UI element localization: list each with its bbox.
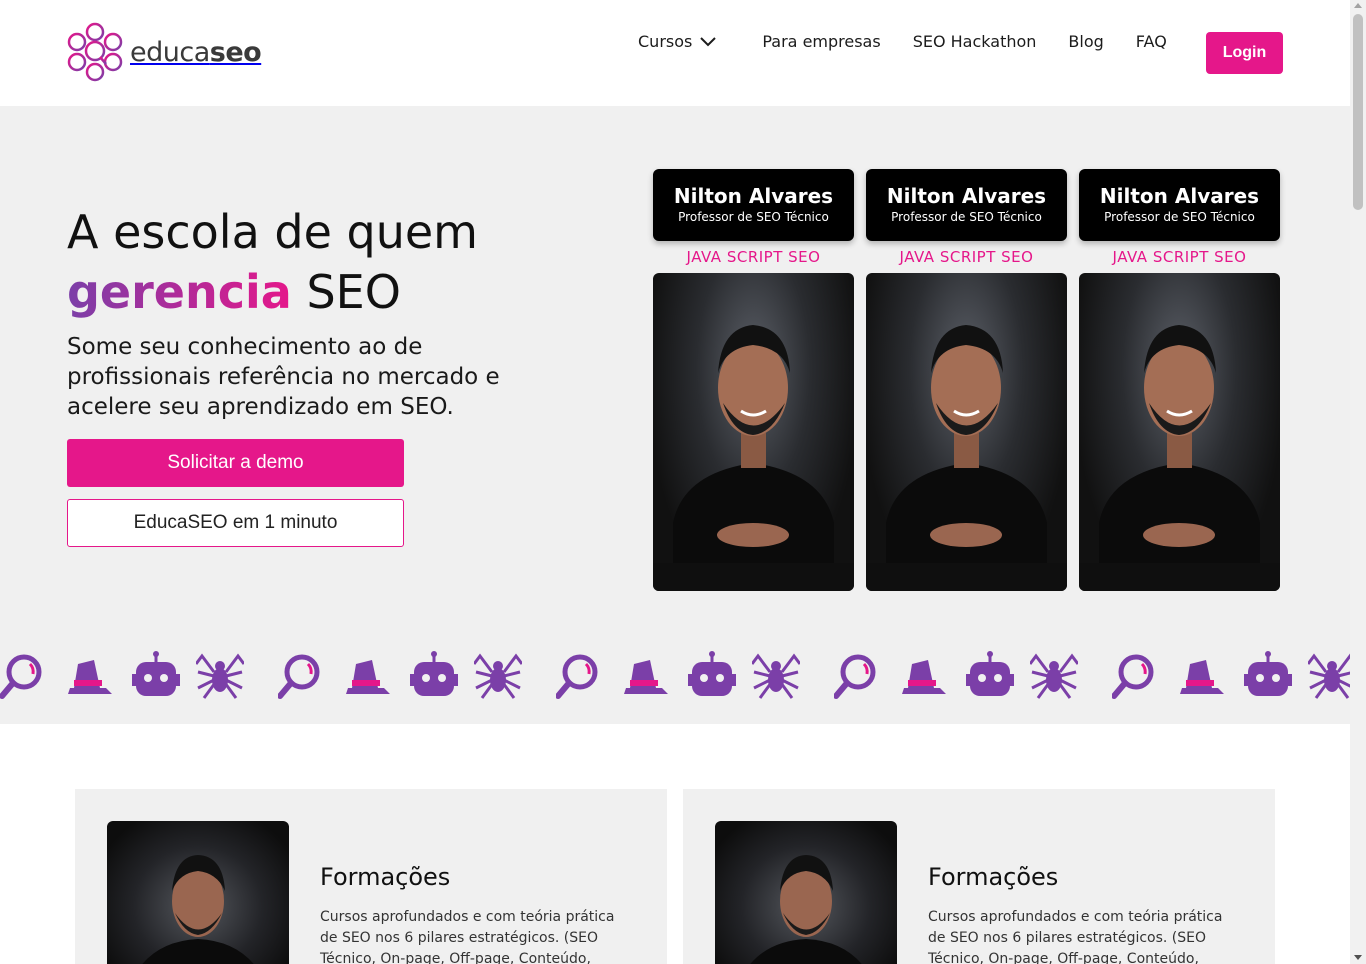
site-header: educaseo Cursos Para empresas SEO Hackat… xyxy=(0,0,1350,106)
card-text: Cursos aprofundados e com teória prática… xyxy=(320,909,615,964)
teacher-role: Professor de SEO Técnico xyxy=(891,210,1042,224)
teacher-tag: Nilton Alvares Professor de SEO Técnico xyxy=(866,169,1067,241)
robot-icon xyxy=(410,651,458,696)
person-illustration xyxy=(653,325,854,591)
robot-icon xyxy=(966,651,1014,696)
wizard-hat-icon xyxy=(902,660,946,694)
teacher-name: Nilton Alvares xyxy=(1099,184,1260,208)
teacher-name: Nilton Alvares xyxy=(673,184,834,208)
spider-icon xyxy=(196,653,244,699)
card-photo xyxy=(715,821,897,964)
hero-section: A escola de quem gerencia SEO Some seu c… xyxy=(0,106,1350,724)
page: educaseo Cursos Para empresas SEO Hackat… xyxy=(0,0,1350,964)
card-title: Formações xyxy=(320,863,451,891)
robot-icon xyxy=(132,651,180,696)
spider-icon xyxy=(1308,653,1350,699)
scroll-up-arrow-icon[interactable] xyxy=(1354,3,1362,8)
teacher-photo xyxy=(866,273,1067,591)
hero-title: A escola de quem gerencia SEO xyxy=(67,202,478,322)
spider-icon xyxy=(474,653,522,699)
person-illustration xyxy=(142,855,254,964)
login-button[interactable]: Login xyxy=(1206,32,1283,74)
person-illustration xyxy=(750,855,862,964)
hero-title-accent: gerencia xyxy=(67,265,292,319)
hero-title-rest: SEO xyxy=(306,265,401,319)
hero-subtitle: Some seu conhecimento ao de profissionai… xyxy=(67,334,500,420)
teacher-tag: Nilton Alvares Professor de SEO Técnico xyxy=(1079,169,1280,241)
magnifier-icon xyxy=(556,654,598,699)
scroll-down-arrow-icon[interactable] xyxy=(1354,955,1362,960)
wizard-hat-icon xyxy=(624,660,668,694)
nav-seo-hackathon[interactable]: SEO Hackathon xyxy=(913,32,1037,51)
nav-para-empresas[interactable]: Para empresas xyxy=(762,32,880,51)
teacher-card[interactable]: Nilton Alvares Professor de SEO Técnico … xyxy=(1079,169,1280,591)
wizard-hat-icon xyxy=(346,660,390,694)
person-illustration xyxy=(866,325,1067,591)
magnifier-icon xyxy=(0,654,42,699)
chevron-down-icon xyxy=(700,36,717,46)
teacher-topic: JAVA SCRIPT SEO xyxy=(1112,248,1247,266)
logo-text-light: educa xyxy=(130,36,210,68)
main-nav: Cursos Para empresas SEO Hackathon Blog … xyxy=(638,32,1199,51)
teacher-name: Nilton Alvares xyxy=(886,184,1047,208)
magnifier-icon xyxy=(278,654,320,699)
teacher-tag: Nilton Alvares Professor de SEO Técnico xyxy=(653,169,854,241)
magnifier-icon xyxy=(1112,654,1154,699)
logo-icon xyxy=(67,22,123,82)
logo-text-bold: seo xyxy=(209,36,262,68)
robot-icon xyxy=(1244,651,1292,696)
scroll-thumb[interactable] xyxy=(1353,14,1363,210)
feature-card[interactable]: Formações Cursos aprofundados e com teór… xyxy=(683,789,1275,964)
teacher-role: Professor de SEO Técnico xyxy=(1104,210,1255,224)
hero-title-line1: A escola de quem xyxy=(67,205,478,259)
nav-blog[interactable]: Blog xyxy=(1068,32,1103,51)
educaseo-video-button[interactable]: EducaSEO em 1 minuto xyxy=(67,499,404,547)
feature-card[interactable]: Formações Cursos aprofundados e com teór… xyxy=(75,789,667,964)
logo[interactable]: educaseo xyxy=(66,22,262,82)
teacher-photo xyxy=(653,273,854,591)
robot-icon xyxy=(688,651,736,696)
card-text: Cursos aprofundados e com teória prática… xyxy=(928,909,1223,964)
person-illustration xyxy=(1079,325,1280,591)
spider-icon xyxy=(752,653,800,699)
teacher-topic: JAVA SCRIPT SEO xyxy=(899,248,1034,266)
card-photo xyxy=(107,821,289,964)
request-demo-button[interactable]: Solicitar a demo xyxy=(67,439,404,487)
page-scrollbar[interactable] xyxy=(1350,0,1366,964)
nav-cursos[interactable]: Cursos xyxy=(638,32,717,51)
nav-cursos-label: Cursos xyxy=(638,32,693,51)
spider-icon xyxy=(1030,653,1078,699)
seo-icon-strip xyxy=(0,650,1350,710)
wizard-hat-icon xyxy=(1180,660,1224,694)
teacher-card[interactable]: Nilton Alvares Professor de SEO Técnico … xyxy=(653,169,854,591)
card-title: Formações xyxy=(928,863,1059,891)
teacher-card[interactable]: Nilton Alvares Professor de SEO Técnico … xyxy=(866,169,1067,591)
teacher-role: Professor de SEO Técnico xyxy=(678,210,829,224)
nav-faq[interactable]: FAQ xyxy=(1136,32,1167,51)
magnifier-icon xyxy=(834,654,876,699)
teacher-carousel: Nilton Alvares Professor de SEO Técnico … xyxy=(653,169,1280,591)
teacher-photo xyxy=(1079,273,1280,591)
teacher-topic: JAVA SCRIPT SEO xyxy=(686,248,821,266)
wizard-hat-icon xyxy=(68,660,112,694)
